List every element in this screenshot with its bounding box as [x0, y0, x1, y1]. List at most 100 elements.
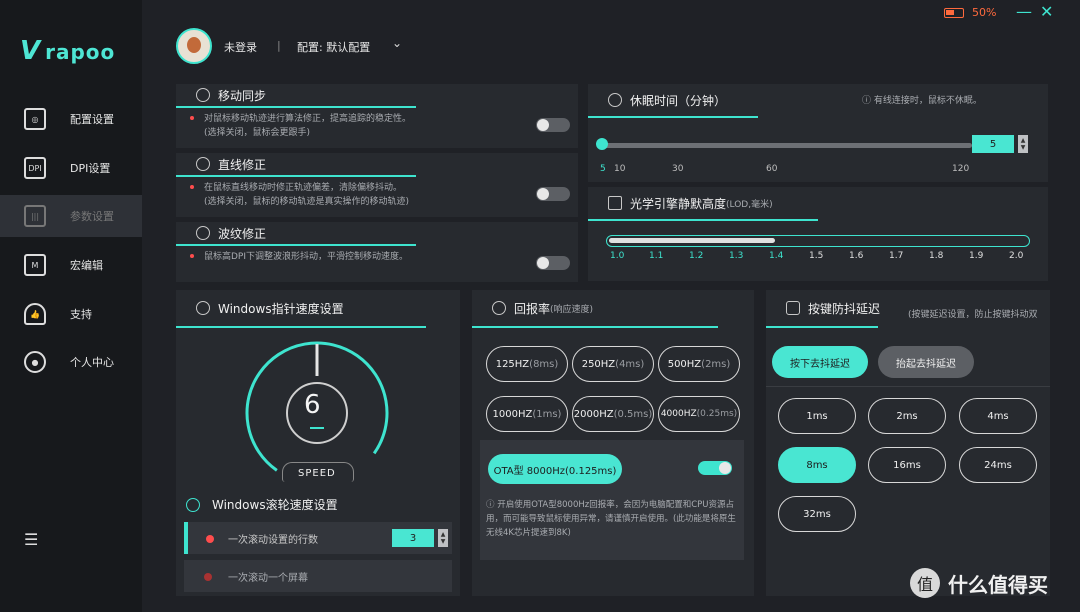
rate-125-button[interactable]: 125HZ (8ms)	[486, 346, 568, 382]
lod-tick: 1.8	[929, 251, 944, 261]
rapoo-logo: Vrapoo	[20, 36, 116, 66]
sidebar: Vrapoo ◎ 配置设置 DPI DPI设置 ||| 参数设置 M 宏编辑 👍…	[0, 0, 142, 612]
sidebar-item-support[interactable]: 👍 支持	[0, 294, 142, 334]
line-correct-icon	[196, 157, 210, 171]
sidebar-item-params[interactable]: ||| 参数设置	[0, 195, 142, 237]
sleep-tick: 30	[672, 164, 684, 174]
thumbs-up-icon: 👍	[24, 303, 46, 325]
angle-snap-toggle[interactable]	[536, 187, 570, 201]
delay-16ms-button[interactable]: 16ms	[868, 447, 946, 483]
delay-24ms-button[interactable]: 24ms	[959, 447, 1037, 483]
scroll-lines-input[interactable]: 3	[392, 529, 434, 547]
rate-1000-button[interactable]: 1000HZ (1ms)	[486, 396, 568, 432]
panel-title: 直线修正	[218, 157, 267, 172]
panel-title: 波纹修正	[218, 226, 267, 241]
panel-title: Windows指针速度设置	[218, 301, 344, 316]
tab-release-debounce[interactable]: 抬起去抖延迟	[878, 346, 974, 378]
scroll-option-label: 一次滚动设置的行数	[228, 535, 318, 546]
delay-4ms-button[interactable]: 4ms	[959, 398, 1037, 434]
delay-1ms-button[interactable]: 1ms	[778, 398, 856, 434]
delay-32ms-button[interactable]: 32ms	[778, 496, 856, 532]
sidebar-item-profile[interactable]: ● 个人中心	[0, 342, 142, 382]
scroll-icon	[186, 497, 200, 512]
watermark-text: 什么值得买	[948, 572, 1048, 597]
lod-tick: 1.4	[769, 251, 784, 261]
rate-250-button[interactable]: 250HZ (4ms)	[572, 346, 654, 382]
ota-toggle[interactable]	[698, 461, 732, 475]
panel-title: 光学引擎静默高度	[630, 196, 727, 211]
panel-desc: 对鼠标移动轨迹进行算法修正，提高追踪的稳定性。	[204, 114, 412, 124]
ota-8000-button[interactable]: OTA型 8000Hz(0.125ms)	[488, 454, 622, 484]
panel-subtitle: (响应速度)	[550, 304, 594, 315]
battery-percent: 50%	[972, 6, 997, 19]
tab-press-debounce[interactable]: 按下去抖延迟	[772, 346, 868, 378]
lod-unit: (LOD,毫米)	[726, 199, 773, 210]
panel-desc: 鼠标高DPI下调整波浪形抖动，平滑控制移动速度。	[204, 252, 409, 262]
sidebar-item-macro[interactable]: M 宏编辑	[0, 245, 142, 285]
motion-sync-toggle[interactable]	[536, 118, 570, 132]
sleep-tick: 5	[600, 164, 606, 174]
panel-title: 移动同步	[218, 88, 267, 103]
sidebar-item-dpi[interactable]: DPI DPI设置	[0, 148, 142, 188]
pointer-speed-value: 6	[304, 390, 321, 420]
sleep-panel: 休眠时间（分钟） ⓘ 有线连接时，鼠标不休眠。 5 10 30 60 120 5…	[588, 84, 1048, 182]
sidebar-item-label: 参数设置	[70, 210, 114, 223]
panel-desc: (选择关闭，鼠标的移动轨迹是真实操作的移动轨迹)	[204, 197, 410, 207]
top-bar: 未登录 | 配置: 默认配置 ⌄ 50% — ✕	[142, 0, 1080, 72]
scroll-screen-option[interactable]: 一次滚动一个屏幕	[184, 560, 452, 592]
polling-rate-panel: 回报率 (响应速度) 125HZ (8ms) 250HZ (4ms) 500HZ (2…	[472, 290, 754, 596]
delay-2ms-button[interactable]: 2ms	[868, 398, 946, 434]
equalizer-icon	[608, 196, 622, 210]
sleep-slider-handle[interactable]	[596, 138, 608, 150]
user-icon: ●	[24, 351, 46, 373]
delay-8ms-button[interactable]: 8ms	[778, 447, 856, 483]
chevron-down-icon[interactable]: ⌄	[392, 36, 402, 50]
panel-desc: 在鼠标直线移动时修正轨迹偏差，清除偏移抖动。	[204, 183, 403, 193]
sleep-stepper[interactable]: ▲ ▼	[1018, 135, 1028, 153]
collapse-menu-icon[interactable]: ☰	[24, 530, 46, 550]
panel-title: 按键防抖延迟	[808, 301, 881, 316]
motion-sync-panel: 移动同步 对鼠标移动轨迹进行算法修正，提高追踪的稳定性。 (选择关闭，鼠标会更跟…	[176, 84, 578, 148]
sleep-slider-track[interactable]	[602, 143, 972, 148]
lod-panel: 光学引擎静默高度 (LOD,毫米) 1.0 1.1 1.2 1.3 1.4 1.…	[588, 187, 1048, 281]
sidebar-item-label: 个人中心	[70, 356, 114, 369]
debounce-panel: 按键防抖延迟 (按键延迟设置，防止按键抖动双 按下去抖延迟 抬起去抖延迟 1ms…	[766, 290, 1050, 596]
ota-note: ⓘ 开启使用OTA型8000Hz回报率，会因为电脑配置和CPU资源占用，而可能导…	[486, 500, 736, 538]
motion-sync-header: 移动同步	[176, 84, 578, 106]
lod-tick: 1.3	[729, 251, 744, 261]
panel-title: 回报率	[514, 301, 551, 316]
sidebar-item-label: DPI设置	[70, 162, 111, 175]
sidebar-item-config[interactable]: ◎ 配置设置	[0, 99, 142, 139]
params-icon: |||	[24, 205, 46, 227]
minimize-icon[interactable]: —	[1016, 2, 1032, 21]
sleep-tick: 120	[952, 164, 970, 174]
rate-500-button[interactable]: 500HZ (2ms)	[658, 346, 740, 382]
login-link[interactable]: 未登录	[224, 39, 257, 55]
rate-4000-button[interactable]: 4000HZ (0.25ms)	[658, 396, 740, 432]
sleep-tick: 60	[766, 164, 778, 174]
sidebar-item-label: 宏编辑	[70, 259, 103, 272]
ota-box: OTA型 8000Hz(0.125ms) ⓘ 开启使用OTA型8000Hz回报率…	[480, 440, 744, 560]
config-icon: ◎	[24, 108, 46, 130]
panel-title: Windows滚轮速度设置	[212, 498, 338, 512]
scroll-lines-option[interactable]: 一次滚动设置的行数 3 ▲ ▼	[184, 522, 452, 554]
close-icon[interactable]: ✕	[1040, 2, 1053, 21]
lod-tick: 1.2	[689, 251, 704, 261]
avatar[interactable]	[176, 28, 212, 64]
sleep-value-input[interactable]: 5	[972, 135, 1014, 153]
watermark: 值 什么值得买	[910, 568, 1048, 598]
rate-2000-button[interactable]: 2000HZ (0.5ms)	[572, 396, 654, 432]
scroll-lines-stepper[interactable]: ▲ ▼	[438, 529, 448, 547]
angle-snap-panel: 直线修正 在鼠标直线移动时修正轨迹偏差，清除偏移抖动。 (选择关闭，鼠标的移动轨…	[176, 153, 578, 217]
ripple-panel: 波纹修正 鼠标高DPI下调整波浪形抖动，平滑控制移动速度。	[176, 222, 578, 282]
scroll-speed-header: Windows滚轮速度设置	[186, 496, 338, 513]
lod-tick: 1.7	[889, 251, 904, 261]
clock-icon	[608, 93, 622, 107]
ripple-toggle[interactable]	[536, 256, 570, 270]
pointer-speed-header: Windows指针速度设置	[176, 290, 460, 326]
wave-icon	[196, 226, 210, 240]
ripple-header: 波纹修正	[176, 222, 578, 244]
lod-header: 光学引擎静默高度 (LOD,毫米)	[588, 187, 1048, 219]
panel-title: 休眠时间（分钟）	[630, 93, 727, 108]
lod-slider-track[interactable]	[606, 235, 1030, 247]
